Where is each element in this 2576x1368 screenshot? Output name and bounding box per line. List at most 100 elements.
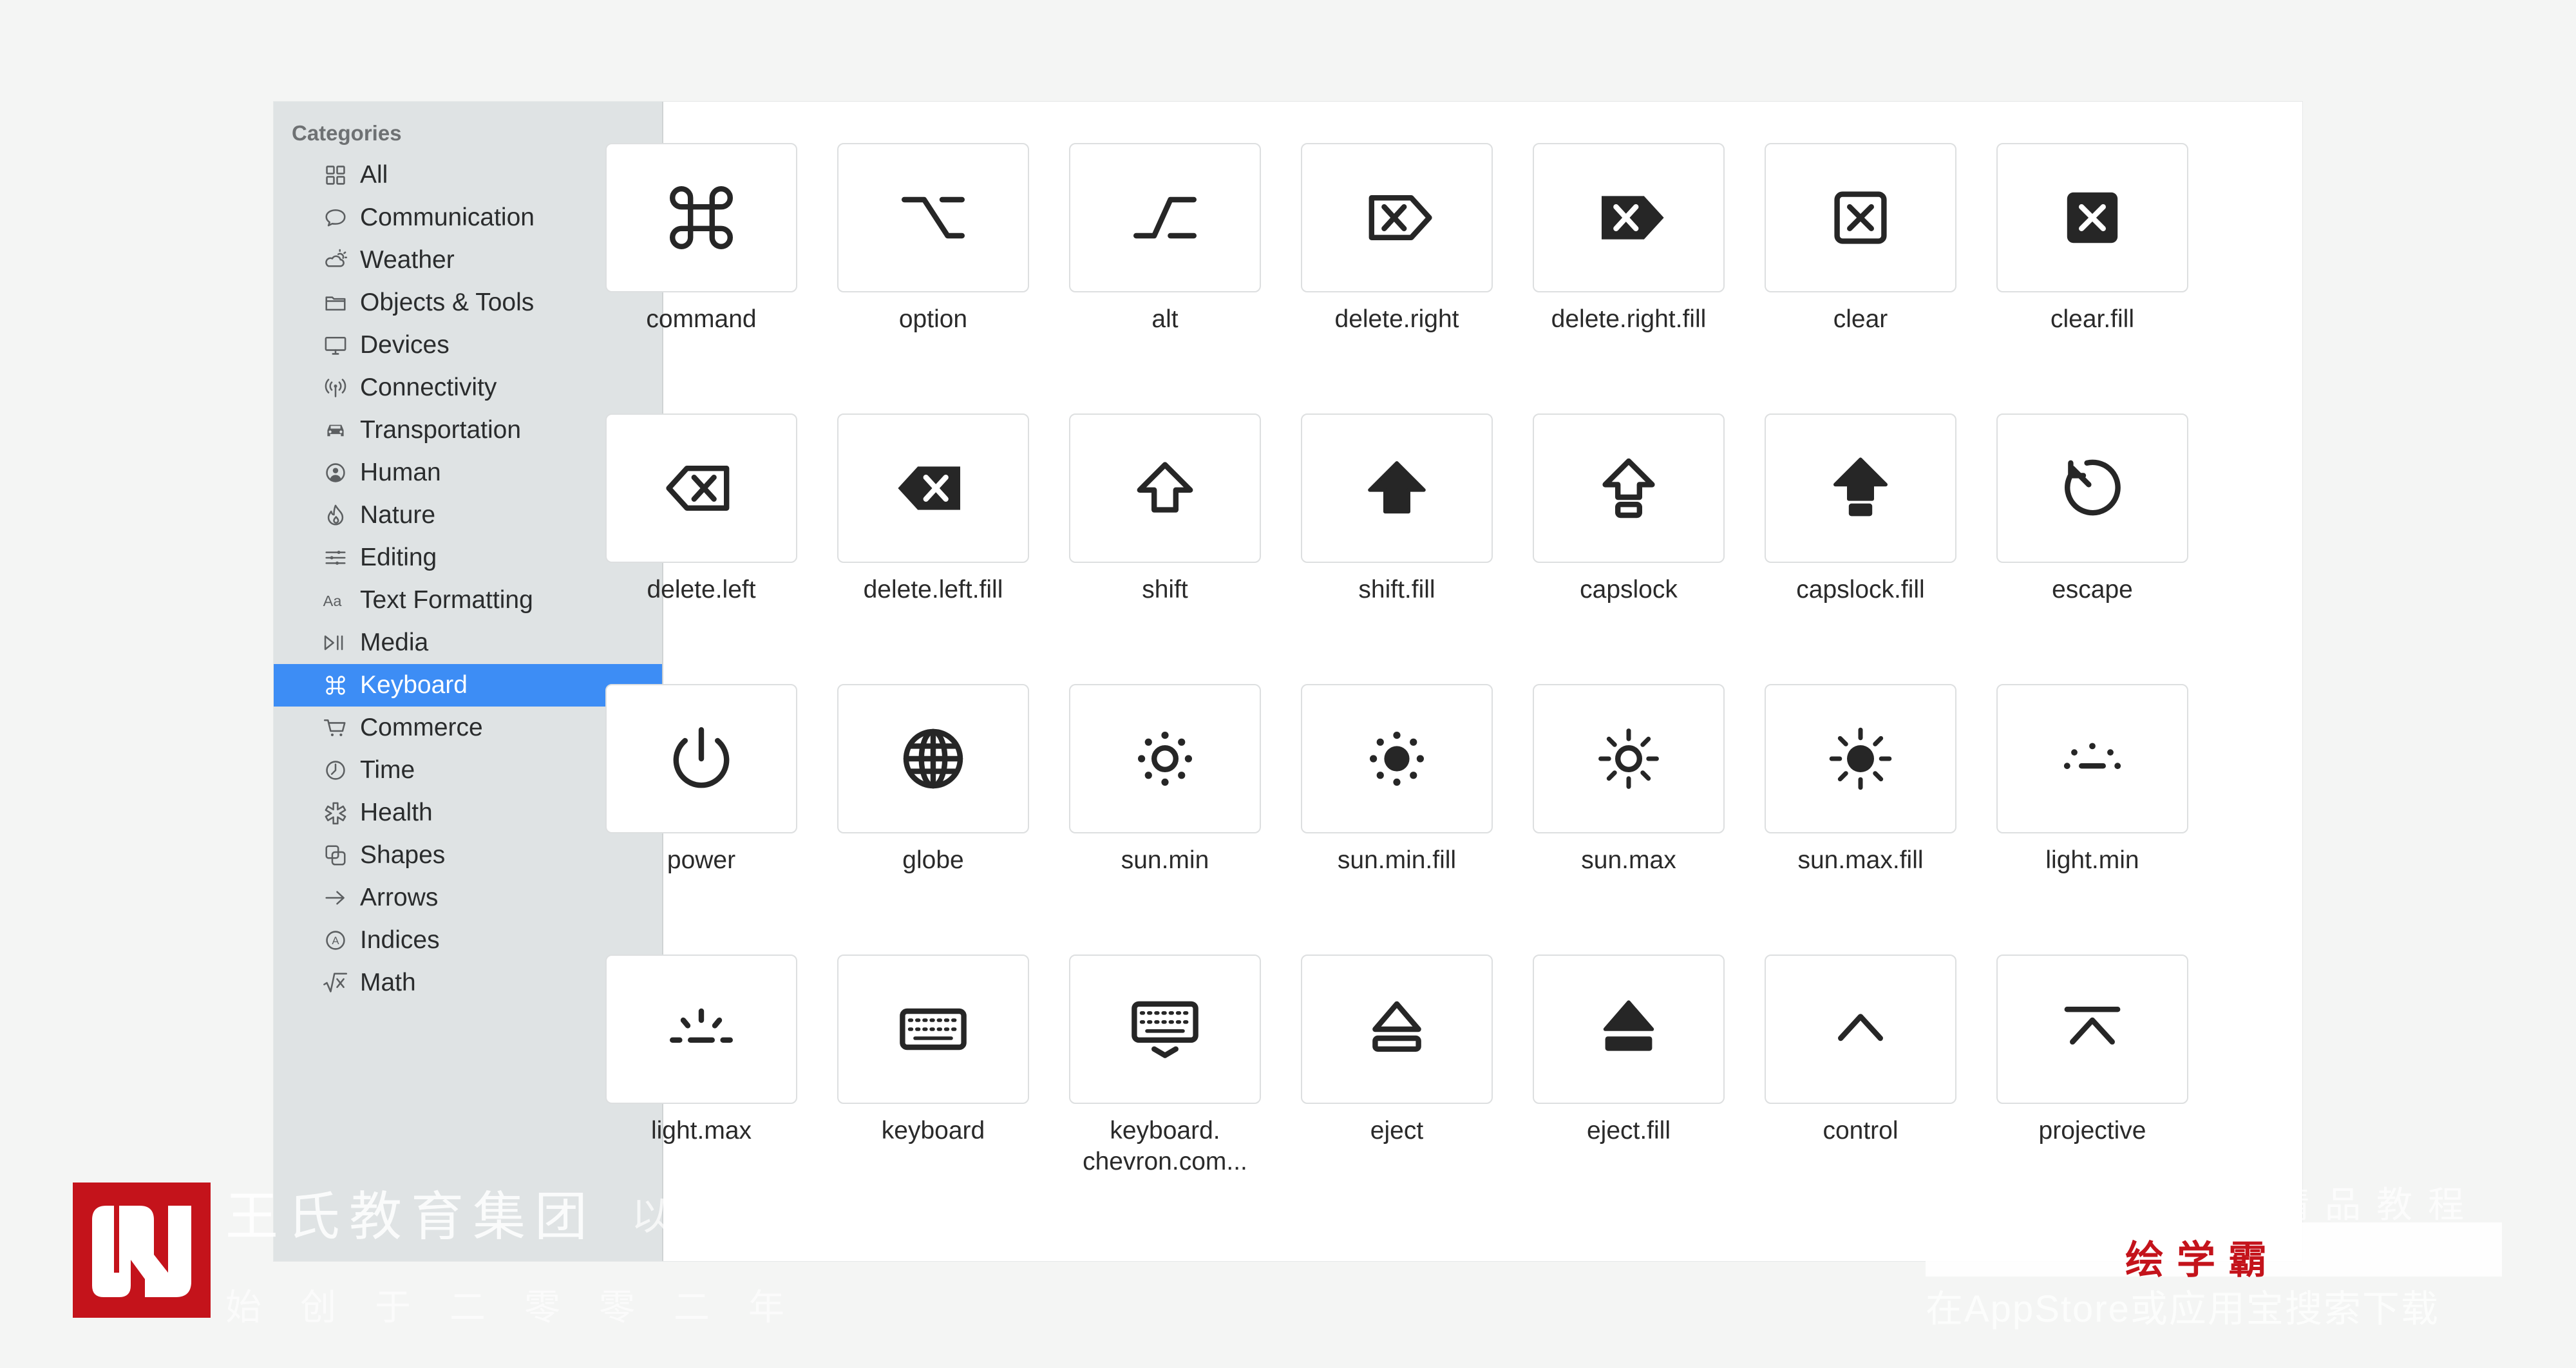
symbol-tile[interactable] (1996, 143, 2188, 292)
sidebar-item-editing[interactable]: Editing (274, 537, 662, 579)
symbol-name: keyboard. chevron.com... (1083, 1117, 1247, 1175)
sidebar-item-indices[interactable]: A Indices (274, 919, 662, 962)
symbol-name: capslock (1580, 576, 1678, 603)
watermark-slogan-left: 以 (631, 1195, 670, 1238)
symbol-tile[interactable] (1765, 413, 1956, 563)
symbol-name: light.max (650, 1117, 752, 1145)
flame-icon (327, 504, 344, 526)
symbol-tile[interactable] (1301, 143, 1493, 292)
clock-icon (319, 756, 352, 784)
sliders-icon (325, 551, 346, 565)
symbol-name: sun.min.fill (1337, 846, 1457, 874)
sidebar-item-all[interactable]: All (274, 154, 662, 196)
symbol-tile[interactable] (1533, 413, 1725, 563)
symbol-name: clear (1833, 305, 1888, 333)
cart-icon (323, 719, 346, 737)
symbol-tile[interactable] (1069, 413, 1261, 563)
symbol-tile[interactable] (1765, 955, 1956, 1104)
sidebar-item-arrows[interactable]: Arrows (274, 877, 662, 919)
svg-text:A: A (332, 935, 339, 947)
symbol-name: escape (2052, 576, 2133, 603)
cloud-sun-icon (319, 246, 352, 274)
symbol-tile[interactable] (1533, 143, 1725, 292)
sidebar-item-label: Weather (360, 246, 455, 274)
sidebar-item-connectivity[interactable]: Connectivity (274, 366, 662, 409)
sidebar-item-communication[interactable]: Communication (274, 196, 662, 239)
shapes-icon (319, 841, 352, 869)
eject-fill-icon (1603, 1000, 1654, 1051)
sidebar-item-label: Connectivity (360, 374, 497, 401)
sidebar-item-math[interactable]: Math (274, 962, 662, 1004)
symbol-name: power (667, 846, 736, 874)
symbol-tile[interactable] (1996, 955, 2188, 1104)
symbol-name: shift (1142, 576, 1188, 603)
grid-icon (326, 166, 345, 185)
keyboard-chevron-icon (1132, 1001, 1198, 1058)
symbol-tile[interactable] (1765, 143, 1956, 292)
symbol-tile[interactable] (605, 684, 797, 833)
symbol-tile[interactable] (1996, 413, 2188, 563)
sidebar-item-label: Shapes (360, 841, 446, 869)
sidebar-item-transportation[interactable]: Transportation (274, 409, 662, 451)
speech-bubble-icon (325, 209, 346, 227)
sidebar-item-commerce[interactable]: Commerce (274, 707, 662, 749)
light-min-icon (2063, 743, 2121, 770)
symbol-tile[interactable] (1533, 684, 1725, 833)
option-icon (902, 196, 965, 239)
symbol-tile[interactable] (837, 413, 1029, 563)
play-pause-icon (324, 635, 343, 651)
command-icon (326, 676, 345, 695)
symbol-name: delete.right (1334, 305, 1459, 333)
light-max-icon (670, 1008, 733, 1043)
clear-icon (1834, 191, 1887, 244)
symbol-tile[interactable] (837, 955, 1029, 1104)
symbol-tile[interactable] (605, 143, 797, 292)
symbol-name: light.min (2045, 846, 2139, 874)
sidebar-item-time[interactable]: Time (274, 749, 662, 792)
symbol-tile[interactable] (1069, 143, 1261, 292)
symbol-tile[interactable] (1301, 413, 1493, 563)
symbol-tile[interactable] (1765, 684, 1956, 833)
symbol-tile[interactable] (605, 413, 797, 563)
sidebar-item-weather[interactable]: Weather (274, 239, 662, 281)
symbol-tile[interactable] (605, 955, 797, 1104)
symbol-name: option (898, 305, 968, 333)
eject-icon (1372, 1001, 1421, 1052)
symbol-tile[interactable] (1301, 955, 1493, 1104)
symbol-name: clear.fill (2050, 305, 2135, 333)
symbol-name: command (646, 305, 757, 333)
symbol-tile[interactable] (1996, 684, 2188, 833)
symbol-tile[interactable] (1069, 684, 1261, 833)
sidebar-item-human[interactable]: Human (274, 451, 662, 494)
folder-icon (325, 296, 346, 311)
symbol-tile[interactable] (1301, 684, 1493, 833)
symbol-tile[interactable] (1069, 955, 1261, 1104)
delete-left-fill-icon (898, 466, 960, 510)
symbol-tile[interactable] (837, 684, 1029, 833)
symbol-name: keyboard (881, 1117, 985, 1145)
symbol-name: sun.max.fill (1797, 846, 1924, 874)
sidebar-item-label: Media (360, 629, 429, 656)
sidebar-item-health[interactable]: Health (274, 792, 662, 834)
watermark-slogan-right: 精品教程 (2273, 1184, 2479, 1225)
svg-text:Aa: Aa (323, 593, 343, 609)
flame-icon (319, 501, 352, 529)
sidebar-item-label: Indices (360, 926, 440, 954)
command-icon (319, 671, 352, 699)
sidebar-item-media[interactable]: Media (274, 622, 662, 664)
sidebar-item-label: Time (360, 756, 415, 784)
sidebar-item-nature[interactable]: Nature (274, 494, 662, 537)
sidebar-item-label: Editing (360, 544, 437, 571)
sidebar-item-keyboard[interactable]: Keyboard (274, 664, 662, 707)
escape-icon (2065, 459, 2121, 516)
sun-max-fill-icon (1829, 727, 1892, 790)
symbol-name: sun.max (1581, 846, 1676, 874)
symbol-tile[interactable] (837, 143, 1029, 292)
person-circle-icon (319, 459, 352, 487)
control-icon (1838, 1014, 1883, 1041)
grid-icon (319, 161, 352, 189)
staroflife-icon (319, 799, 352, 827)
symbol-name: alt (1151, 305, 1179, 333)
folder-icon (319, 289, 352, 317)
symbol-tile[interactable] (1533, 955, 1725, 1104)
